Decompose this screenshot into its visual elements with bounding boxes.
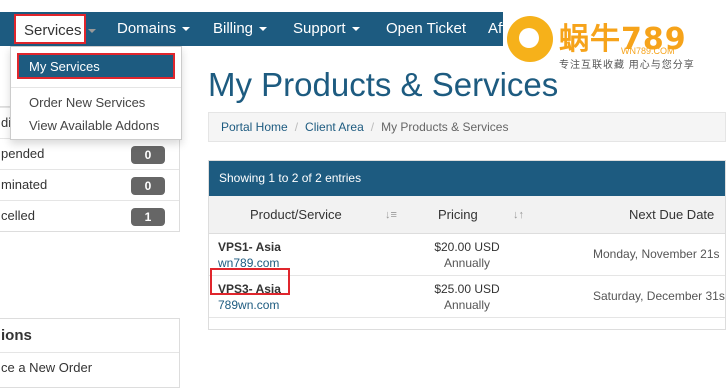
menu-item-view-addons[interactable]: View Available Addons <box>29 118 159 133</box>
sidebar-item-terminated[interactable]: minated 0 <box>0 169 179 200</box>
column-header-pricing[interactable]: Pricing <box>438 196 478 234</box>
chevron-down-icon <box>182 27 191 32</box>
actions-panel: ions ce a New Order <box>0 318 180 388</box>
sort-icon[interactable]: ↓≡ <box>385 208 397 222</box>
nav-open-ticket[interactable]: Open Ticket <box>386 12 466 46</box>
next-due-date: Monday, November 21s <box>593 247 720 261</box>
snail-logo-icon <box>507 16 553 62</box>
sidebar-item-suspended[interactable]: pended 0 <box>0 138 179 169</box>
chevron-down-icon <box>87 29 96 34</box>
count-badge: 1 <box>131 208 165 226</box>
sort-icon[interactable]: ↓↑ <box>513 208 525 222</box>
table-header: Product/Service ↓≡ Pricing ↓↑ Next Due D… <box>209 196 725 234</box>
product-price: $25.00 USD <box>434 282 500 296</box>
sidebar-item-cancelled[interactable]: celled 1 <box>0 200 179 231</box>
menu-divider <box>11 87 181 88</box>
top-strip <box>0 0 726 12</box>
product-price: $20.00 USD <box>434 240 500 254</box>
menu-item-order-new-services[interactable]: Order New Services <box>29 95 145 110</box>
breadcrumb-client-area[interactable]: Client Area <box>305 120 364 134</box>
column-header-due-date[interactable]: Next Due Date <box>629 196 714 234</box>
breadcrumb-separator: / <box>294 120 299 134</box>
products-table: Showing 1 to 2 of 2 entries Product/Serv… <box>208 160 726 330</box>
count-badge: 0 <box>131 146 165 164</box>
breadcrumb-separator: / <box>370 120 375 134</box>
product-domain[interactable]: 789wn.com <box>218 298 279 312</box>
place-order-link[interactable]: ce a New Order <box>0 353 179 383</box>
billing-cycle: Annually <box>443 256 491 270</box>
nav-domains[interactable]: Domains <box>117 12 191 46</box>
product-name: VPS1- Asia <box>218 240 281 254</box>
nav-services[interactable]: Services <box>14 14 96 44</box>
table-info: Showing 1 to 2 of 2 entries <box>209 161 725 196</box>
nav-billing[interactable]: Billing <box>213 12 268 46</box>
breadcrumb: Portal Home / Client Area / My Products & Se… <box>208 112 726 142</box>
next-due-date: Saturday, December 31s <box>593 289 725 303</box>
logo-site: WN789.COM <box>621 46 675 56</box>
breadcrumb-current: My Products & Services <box>381 120 509 134</box>
count-badge: 0 <box>131 177 165 195</box>
services-dropdown-menu: My Services Order New Services View Avai… <box>10 46 182 140</box>
page-title: My Products & Services <box>208 66 559 103</box>
nav-support[interactable]: Support <box>293 12 360 46</box>
chevron-down-icon <box>351 27 360 32</box>
logo-slogan: 专注互联收藏 用心与您分享 <box>559 60 695 71</box>
actions-panel-title: ions <box>0 319 179 353</box>
chevron-down-icon <box>259 27 268 32</box>
billing-cycle: Annually <box>443 298 491 312</box>
column-header-product[interactable]: Product/Service <box>250 196 342 234</box>
menu-item-my-services[interactable]: My Services <box>17 53 175 79</box>
breadcrumb-portal-home[interactable]: Portal Home <box>221 120 288 134</box>
highlight-box <box>210 268 290 295</box>
site-logo: 蜗牛789 WN789.COM 专注互联收藏 用心与您分享 <box>503 12 726 72</box>
